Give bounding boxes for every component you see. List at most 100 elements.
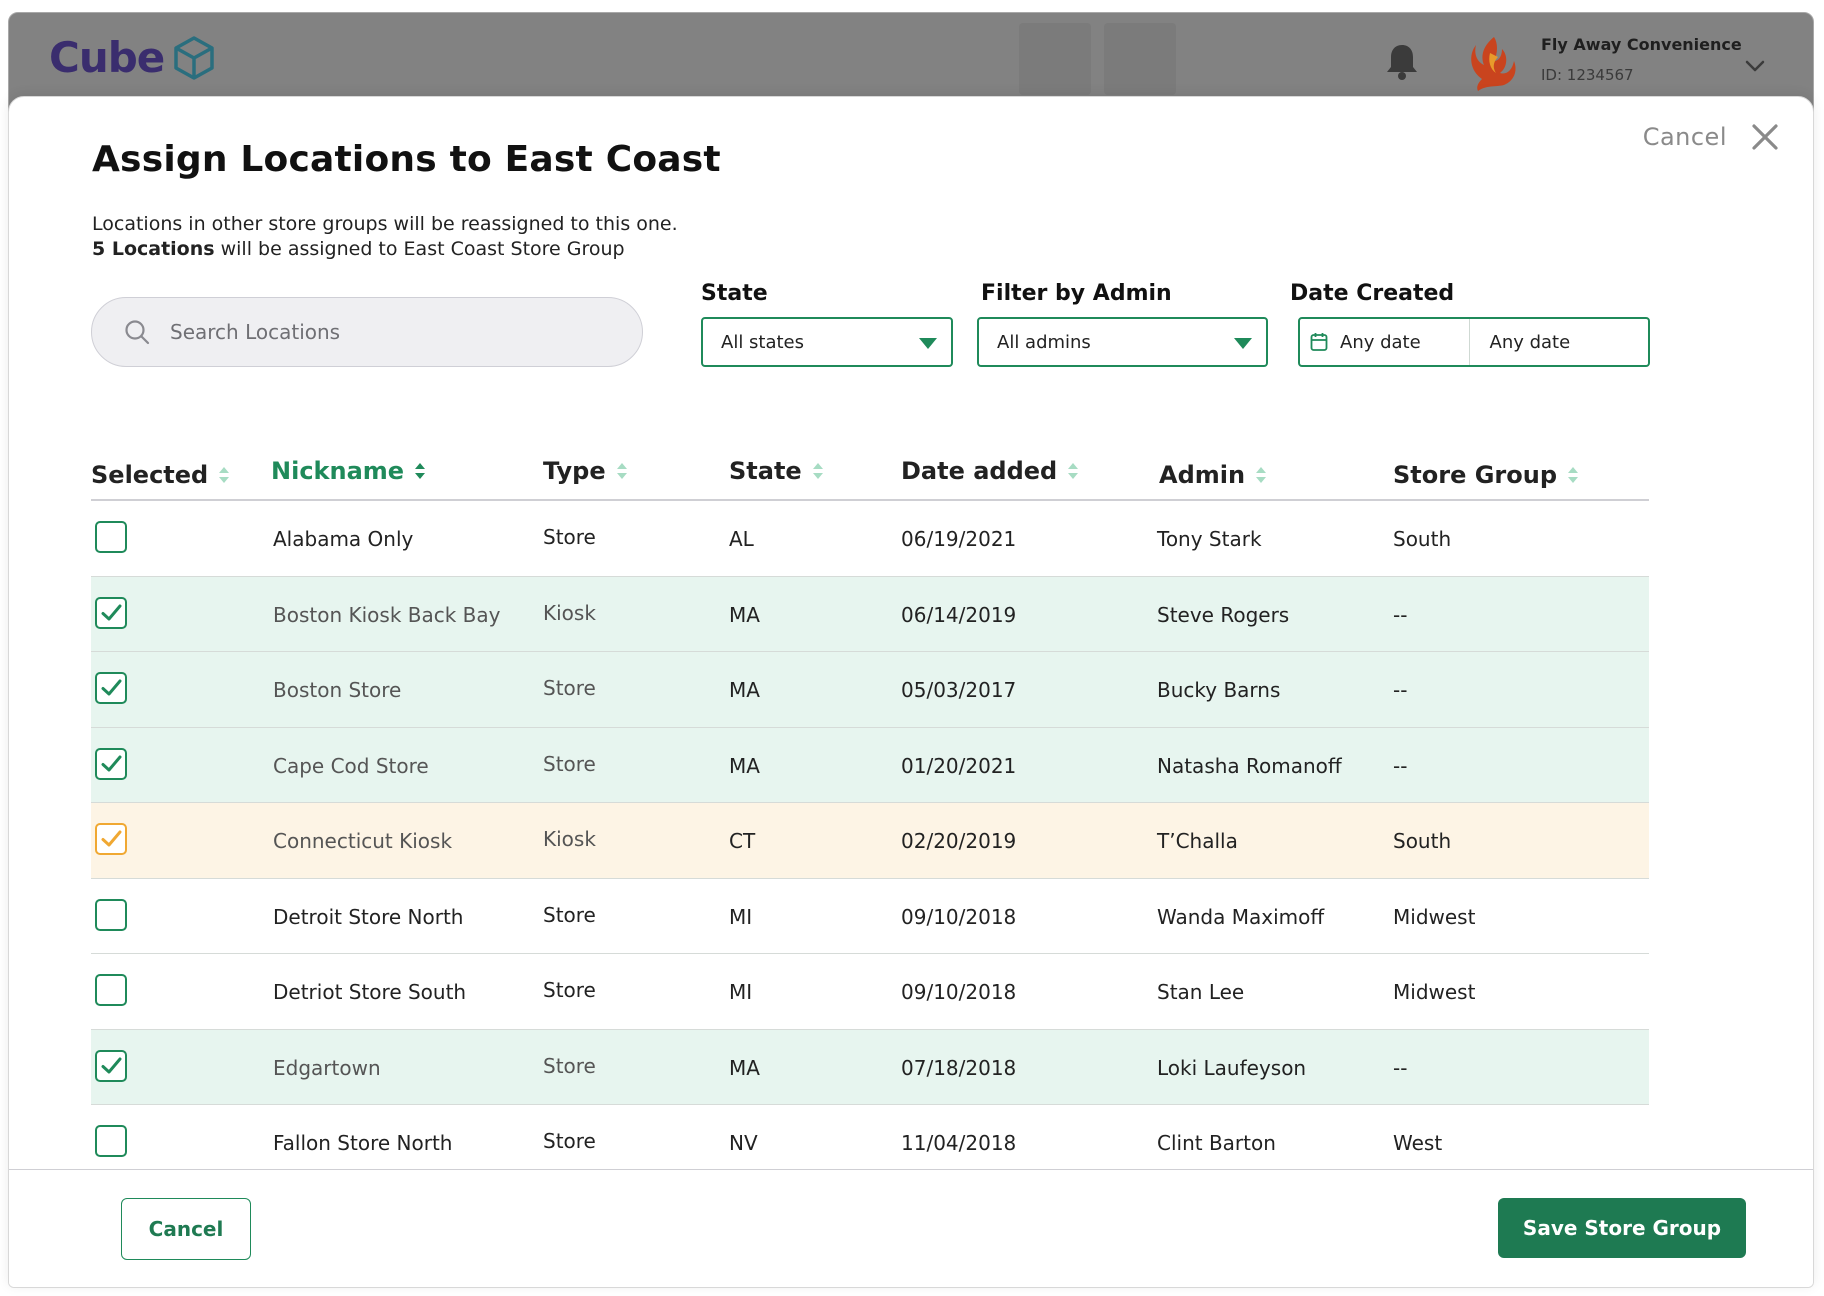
row-checkbox[interactable] xyxy=(95,974,127,1006)
checkmark-icon xyxy=(101,1057,122,1073)
row-checkbox[interactable] xyxy=(95,823,127,855)
checkmark-icon xyxy=(101,679,122,696)
column-header-label: Admin xyxy=(1159,461,1246,489)
cell-type: Store xyxy=(543,978,596,1002)
cell-type: Store xyxy=(543,751,596,776)
row-checkbox[interactable] xyxy=(95,596,127,629)
close-icon[interactable] xyxy=(1751,123,1779,151)
sort-icon[interactable] xyxy=(1567,465,1579,485)
date-filter-label: Date Created xyxy=(1290,281,1455,306)
cell-admin: T’Challa xyxy=(1157,829,1238,853)
cell-admin: Tony Stark xyxy=(1157,527,1262,551)
date-range-picker[interactable]: Any date Any date xyxy=(1298,317,1650,367)
checkmark-icon xyxy=(101,755,122,771)
column-header-label: State xyxy=(729,457,802,485)
bell-icon[interactable] xyxy=(1384,41,1420,81)
search-icon xyxy=(125,320,150,345)
search-box[interactable] xyxy=(91,297,643,367)
column-header-state[interactable]: State xyxy=(729,457,824,485)
table-row[interactable]: Boston Kiosk Back Bay Kiosk MA 06/14/2019 St… xyxy=(91,576,1649,652)
modal-close-label: Cancel xyxy=(1642,123,1727,151)
cell-date-added: 02/20/2019 xyxy=(901,829,1017,853)
table-row[interactable]: Detroit Store North Store MI 09/10/2018 Wand… xyxy=(91,879,1649,954)
cell-type: Kiosk xyxy=(543,600,596,625)
admin-select[interactable]: All admins xyxy=(977,317,1268,367)
column-header-type[interactable]: Type xyxy=(543,457,628,485)
row-checkbox[interactable] xyxy=(95,1125,127,1157)
cell-admin: Natasha Romanoff xyxy=(1157,753,1342,778)
cell-nickname: Connecticut Kiosk xyxy=(273,829,453,853)
sort-icon[interactable] xyxy=(218,465,230,485)
sort-icon[interactable] xyxy=(1255,465,1267,485)
assign-summary-text: will be assigned to East Coast Store Gro… xyxy=(214,238,625,260)
table-row[interactable]: Boston Store Store MA 05/03/2017 Bucky Barns… xyxy=(91,652,1649,728)
cell-date-added: 06/14/2019 xyxy=(901,602,1017,627)
date-from-field[interactable]: Any date xyxy=(1300,319,1469,365)
column-header-nickname[interactable]: Nickname xyxy=(271,457,426,485)
cancel-button[interactable]: Cancel xyxy=(121,1198,251,1260)
modal-subtitle: Locations in other store groups will be … xyxy=(92,213,678,235)
table-row[interactable]: Connecticut Kiosk Kiosk CT 02/20/2019 T’Chal… xyxy=(91,803,1649,879)
table-row[interactable]: Edgartown Store MA 07/18/2018 Loki Laufeyson… xyxy=(91,1029,1649,1105)
cell-state: MA xyxy=(729,753,760,778)
account-info[interactable]: Fly Away Convenience ID: 1234567 xyxy=(1541,35,1742,84)
column-header-date-added[interactable]: Date added xyxy=(901,457,1079,485)
column-header-admin[interactable]: Admin xyxy=(1159,461,1267,489)
cell-nickname: Alabama Only xyxy=(273,527,414,551)
header-placeholder-2 xyxy=(1104,23,1176,95)
app-logo[interactable]: Cube xyxy=(49,33,218,82)
row-checkbox[interactable] xyxy=(95,1049,127,1082)
cell-type: Store xyxy=(543,1053,596,1078)
state-filter-label: State xyxy=(701,281,768,306)
cell-store-group: South xyxy=(1393,829,1452,853)
sort-icon[interactable] xyxy=(1067,461,1079,481)
sort-icon[interactable] xyxy=(812,461,824,481)
cell-type: Store xyxy=(543,525,596,549)
row-checkbox[interactable] xyxy=(95,898,127,931)
save-store-group-button[interactable]: Save Store Group xyxy=(1498,1198,1746,1258)
cell-store-group: -- xyxy=(1393,602,1408,627)
cell-admin: Wanda Maximoff xyxy=(1157,904,1325,929)
column-header-selected[interactable]: Selected xyxy=(91,461,230,489)
chevron-down-icon[interactable] xyxy=(1744,59,1766,73)
header-placeholder-1 xyxy=(1019,23,1091,95)
row-checkbox[interactable] xyxy=(95,521,127,553)
cell-store-group: Midwest xyxy=(1393,980,1476,1004)
logo-text: Cube xyxy=(49,33,165,82)
row-checkbox[interactable] xyxy=(95,747,127,780)
row-checkbox[interactable] xyxy=(95,672,127,704)
modal-footer: Cancel Save Store Group xyxy=(9,1169,1813,1287)
account-id: ID: 1234567 xyxy=(1541,66,1634,84)
column-header-store-group[interactable]: Store Group xyxy=(1393,461,1579,489)
column-header-label: Selected xyxy=(91,461,209,489)
assign-locations-modal: Cancel Assign Locations to East Coast Lo… xyxy=(8,96,1814,1288)
cell-date-added: 09/10/2018 xyxy=(901,904,1017,929)
cell-date-added: 06/19/2021 xyxy=(901,527,1017,551)
table-row[interactable]: Alabama Only Store AL 06/19/2021 Tony Stark S… xyxy=(91,501,1649,577)
checkmark-icon xyxy=(101,830,122,847)
table-header: Selected Nickname Type State Date added … xyxy=(91,443,1649,501)
sort-icon[interactable] xyxy=(616,461,628,481)
cell-admin: Clint Barton xyxy=(1157,1131,1276,1155)
cell-nickname: Cape Cod Store xyxy=(273,753,429,778)
table-row[interactable]: Cape Cod Store Store MA 01/20/2021 Natasha R… xyxy=(91,727,1649,803)
date-to-value: Any date xyxy=(1489,331,1571,353)
column-header-label: Nickname xyxy=(271,457,405,485)
phoenix-logo[interactable] xyxy=(1464,31,1524,95)
table-row[interactable]: Detriot Store South Store MI 09/10/2018 Stan… xyxy=(91,954,1649,1030)
cell-nickname: Detroit Store North xyxy=(273,904,464,929)
cell-date-added: 09/10/2018 xyxy=(901,980,1017,1004)
cell-store-group: Midwest xyxy=(1393,904,1476,929)
cell-nickname: Edgartown xyxy=(273,1055,381,1080)
cell-date-added: 01/20/2021 xyxy=(901,753,1017,778)
modal-close-button[interactable]: Cancel xyxy=(1643,123,1779,151)
state-select[interactable]: All states xyxy=(701,317,953,367)
sort-icon[interactable] xyxy=(414,461,426,481)
cell-type: Store xyxy=(543,676,596,700)
locations-table-body: Alabama Only Store AL 06/19/2021 Tony Stark S… xyxy=(91,501,1649,1181)
cell-date-added: 05/03/2017 xyxy=(901,678,1017,702)
search-input[interactable] xyxy=(170,320,590,344)
date-to-field[interactable]: Any date xyxy=(1468,319,1649,365)
cell-nickname: Boston Store xyxy=(273,678,402,702)
cell-store-group: -- xyxy=(1393,678,1408,702)
